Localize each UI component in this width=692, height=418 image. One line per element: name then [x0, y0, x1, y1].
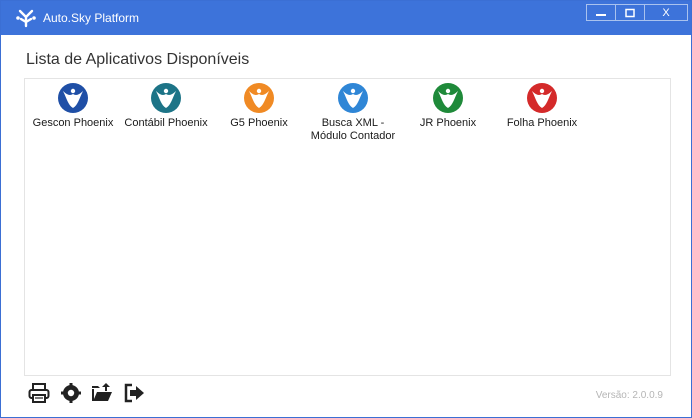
close-button[interactable]: X — [644, 4, 688, 21]
phoenix-icon — [151, 83, 181, 113]
phoenix-icon — [338, 83, 368, 113]
app-tile-busca-xml[interactable]: Busca XML - Módulo Contador — [305, 79, 401, 149]
phoenix-icon — [433, 83, 463, 113]
maximize-button[interactable] — [615, 4, 645, 21]
phoenix-icon — [244, 83, 274, 113]
window-title: Auto.Sky Platform — [43, 11, 140, 25]
phoenix-icon — [58, 83, 88, 113]
close-icon: X — [662, 6, 670, 19]
app-tile-folha[interactable]: Folha Phoenix — [494, 79, 590, 149]
gear-icon[interactable] — [60, 382, 82, 404]
app-window: Auto.Sky Platform X Lista de Aplicativos… — [0, 0, 692, 418]
apps-panel: Gescon Phoenix Contábil Phoenix G5 Phoen… — [24, 78, 671, 376]
app-tile-contabil[interactable]: Contábil Phoenix — [118, 79, 214, 149]
page-title: Lista de Aplicativos Disponíveis — [26, 51, 250, 68]
printer-icon[interactable] — [28, 382, 50, 404]
title-bar[interactable]: Auto.Sky Platform X — [1, 1, 691, 35]
minimize-button[interactable] — [586, 4, 616, 21]
maximize-icon — [625, 8, 635, 17]
app-tile-jr[interactable]: JR Phoenix — [400, 79, 496, 149]
folder-upload-icon[interactable] — [91, 382, 113, 404]
app-tile-gescon[interactable]: Gescon Phoenix — [25, 79, 121, 149]
version-label: Versão: 2.0.0.9 — [595, 390, 663, 401]
app-label: Contábil Phoenix — [124, 117, 208, 129]
app-label: Gescon Phoenix — [32, 117, 114, 129]
minimize-icon — [596, 13, 606, 16]
exit-icon[interactable] — [123, 382, 145, 404]
app-logo-icon — [16, 9, 36, 28]
app-label: Folha Phoenix — [506, 117, 578, 129]
app-label: Busca XML - Módulo Contador — [310, 117, 396, 142]
phoenix-icon — [527, 83, 557, 113]
app-label: JR Phoenix — [419, 117, 477, 129]
app-tile-g5[interactable]: G5 Phoenix — [211, 79, 307, 149]
app-label: G5 Phoenix — [230, 117, 288, 129]
